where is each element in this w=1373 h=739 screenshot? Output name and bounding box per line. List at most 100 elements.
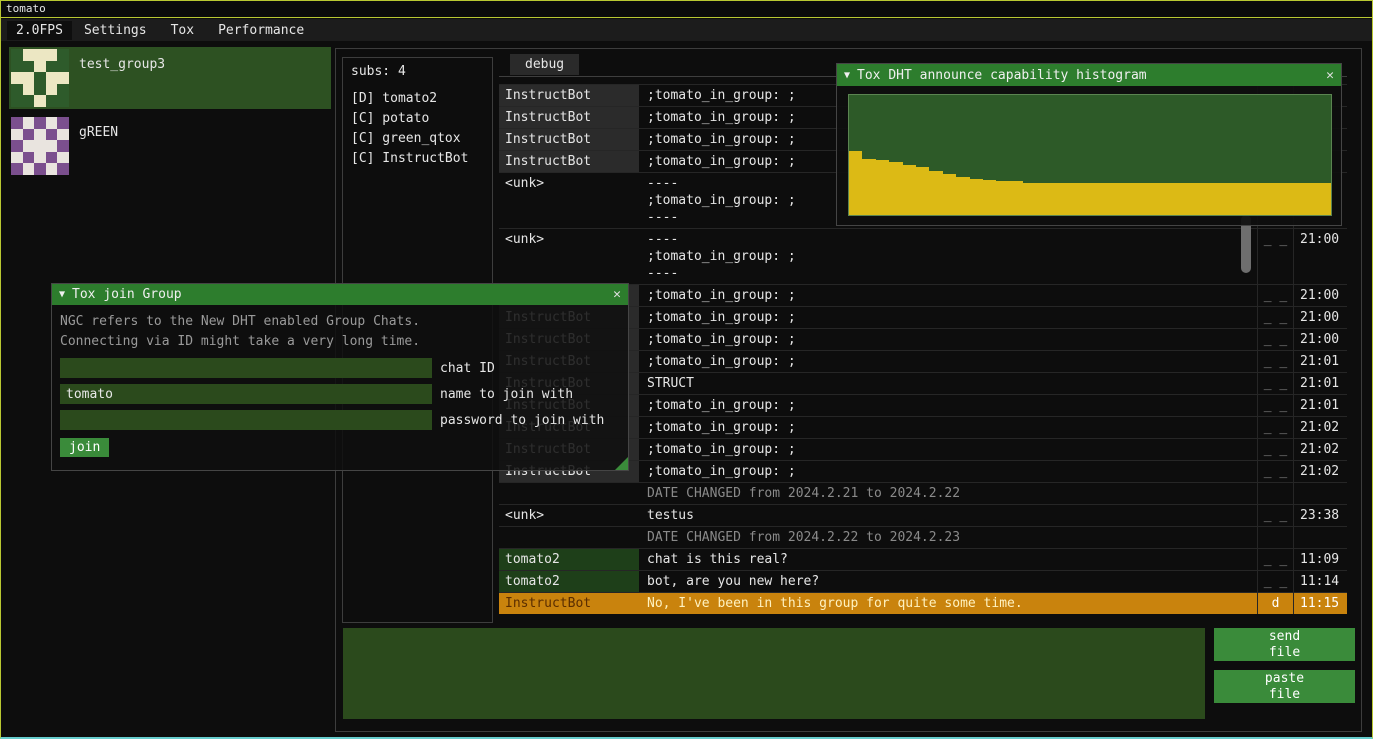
histogram-window-title: Tox DHT announce capability histogram	[857, 68, 1147, 83]
message-text: No, I've been in this group for quite so…	[639, 593, 1257, 614]
group-avatar	[11, 49, 69, 107]
message-flags: _ _	[1257, 571, 1293, 592]
fps-counter: 2.0FPS	[7, 21, 72, 40]
message-flags	[1257, 527, 1293, 548]
message-input[interactable]	[343, 628, 1205, 719]
histogram-bar	[1063, 183, 1076, 215]
message-flags: _ _	[1257, 307, 1293, 328]
histogram-window-titlebar[interactable]: ▼ Tox DHT announce capability histogram …	[837, 64, 1341, 86]
message-timestamp: 21:01	[1293, 373, 1347, 394]
histogram-bar	[1237, 183, 1250, 215]
message-text: ;tomato_in_group: ;	[639, 417, 1257, 438]
tab-debug[interactable]: debug	[510, 54, 579, 75]
histogram-bar	[1211, 183, 1224, 215]
histogram-bar	[1144, 183, 1157, 215]
histogram-bar	[1224, 183, 1237, 215]
collapse-arrow-icon[interactable]: ▼	[844, 70, 850, 81]
message-flags: _ _	[1257, 461, 1293, 482]
histogram-bar	[1103, 183, 1116, 215]
histogram-bar	[1264, 183, 1277, 215]
subs-item-instructbot[interactable]: [C] InstructBot	[351, 149, 492, 169]
histogram-bar	[1010, 181, 1023, 215]
resize-grip[interactable]	[615, 457, 628, 470]
message-timestamp: 11:15	[1293, 593, 1347, 614]
histogram-bar	[889, 162, 902, 215]
date-separator-row[interactable]: DATE CHANGED from 2024.2.22 to 2024.2.23	[499, 526, 1347, 548]
join-group-window: ▼ Tox join Group ✕ NGC refers to the New…	[51, 283, 629, 471]
histogram-bar	[916, 167, 929, 215]
chat-id-label: chat ID	[440, 361, 495, 376]
join-info-line-2: Connecting via ID might take a very long…	[60, 332, 620, 352]
message-timestamp: 21:01	[1293, 351, 1347, 372]
message-flags: _ _	[1257, 285, 1293, 306]
collapse-arrow-icon[interactable]: ▼	[59, 289, 65, 300]
chat-id-input[interactable]	[60, 358, 432, 378]
app-window: tomato 2.0FPS Settings Tox Performance t…	[0, 0, 1373, 739]
group-roster: test_group3 gREEN	[9, 47, 331, 183]
message-timestamp: 21:00	[1293, 229, 1347, 284]
message-text: DATE CHANGED from 2024.2.21 to 2024.2.22	[639, 483, 1257, 504]
message-row[interactable]: InstructBotNo, I've been in this group f…	[499, 592, 1347, 614]
histogram-plot	[848, 94, 1332, 216]
histogram-bar	[1050, 183, 1063, 215]
message-flags: _ _	[1257, 417, 1293, 438]
message-timestamp	[1293, 483, 1347, 504]
histogram-bar	[1304, 183, 1317, 215]
message-sender: <unk>	[499, 173, 639, 228]
close-icon[interactable]: ✕	[613, 287, 621, 302]
menu-tox[interactable]: Tox	[159, 21, 206, 40]
subs-item-tomato2[interactable]: [D] tomato2	[351, 89, 492, 109]
menu-performance[interactable]: Performance	[206, 21, 316, 40]
join-window-titlebar[interactable]: ▼ Tox join Group ✕	[52, 284, 628, 305]
message-text: DATE CHANGED from 2024.2.22 to 2024.2.23	[639, 527, 1257, 548]
histogram-bar	[1157, 183, 1170, 215]
message-timestamp: 21:00	[1293, 285, 1347, 306]
message-timestamp: 11:14	[1293, 571, 1347, 592]
message-sender	[499, 527, 639, 548]
group-name: gREEN	[69, 117, 118, 140]
group-name: test_group3	[69, 49, 165, 72]
join-password-input[interactable]	[60, 410, 432, 430]
join-info-line-1: NGC refers to the New DHT enabled Group …	[60, 312, 620, 332]
histogram-bar	[1197, 183, 1210, 215]
message-row[interactable]: tomato2chat is this real?_ _11:09	[499, 548, 1347, 570]
message-sender	[499, 483, 639, 504]
message-timestamp: 23:38	[1293, 505, 1347, 526]
histogram-bar	[849, 151, 862, 215]
message-text: ;tomato_in_group: ;	[639, 307, 1257, 328]
histogram-bar	[1090, 183, 1103, 215]
roster-item-test-group3[interactable]: test_group3	[9, 47, 331, 109]
join-name-input[interactable]	[60, 384, 432, 404]
histogram-bar	[1077, 183, 1090, 215]
message-text: ;tomato_in_group: ;	[639, 285, 1257, 306]
message-flags: _ _	[1257, 549, 1293, 570]
message-row[interactable]: tomato2bot, are you new here?_ _11:14	[499, 570, 1347, 592]
date-separator-row[interactable]: DATE CHANGED from 2024.2.21 to 2024.2.22	[499, 482, 1347, 504]
subs-count: subs: 4	[351, 64, 492, 79]
group-avatar	[11, 117, 69, 175]
subs-item-potato[interactable]: [C] potato	[351, 109, 492, 129]
histogram-bar	[1036, 183, 1049, 215]
message-flags	[1257, 483, 1293, 504]
histogram-bar	[943, 174, 956, 215]
roster-item-green[interactable]: gREEN	[9, 115, 331, 177]
message-timestamp: 21:00	[1293, 329, 1347, 350]
message-sender: InstructBot	[499, 85, 639, 106]
message-flags: _ _	[1257, 395, 1293, 416]
menu-settings[interactable]: Settings	[72, 21, 159, 40]
message-row[interactable]: <unk>---- ;tomato_in_group: ; ----_ _21:…	[499, 228, 1347, 284]
join-button[interactable]: join	[60, 438, 109, 457]
close-icon[interactable]: ✕	[1326, 68, 1334, 83]
send-file-button[interactable]: send file	[1214, 628, 1355, 661]
message-timestamp: 21:01	[1293, 395, 1347, 416]
message-timestamp: 21:02	[1293, 439, 1347, 460]
join-window-body: NGC refers to the New DHT enabled Group …	[52, 305, 628, 464]
message-timestamp: 21:02	[1293, 417, 1347, 438]
histogram-bar	[1023, 183, 1036, 215]
message-row[interactable]: <unk>testus_ _23:38	[499, 504, 1347, 526]
subs-item-green-qtox[interactable]: [C] green_qtox	[351, 129, 492, 149]
window-titlebar: tomato	[1, 1, 1372, 18]
paste-file-button[interactable]: paste file	[1214, 670, 1355, 703]
message-flags: d	[1257, 593, 1293, 614]
message-flags: _ _	[1257, 373, 1293, 394]
